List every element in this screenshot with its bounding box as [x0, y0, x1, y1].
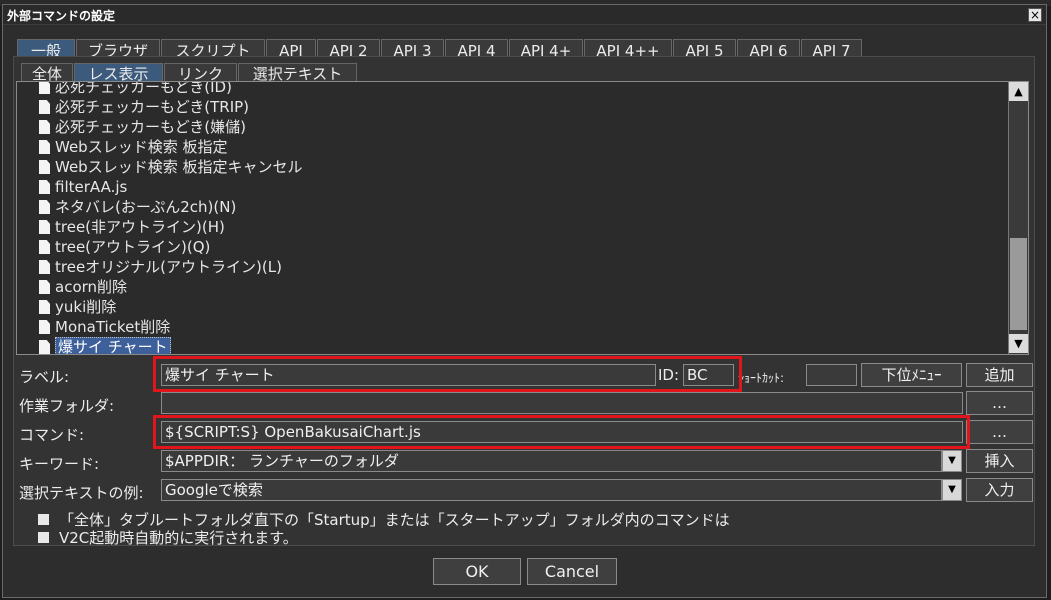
list-item[interactable]: ネタバレ(おーぷん2ch)(N) [39, 197, 236, 217]
input-button[interactable]: 入力 [966, 478, 1033, 502]
add-button[interactable]: 追加 [966, 363, 1033, 387]
shortcut-caption: ｼｮｰﾄｶｯﾄ: [738, 371, 785, 385]
document-icon [39, 140, 50, 154]
shortcut-input[interactable] [806, 364, 857, 386]
list-item[interactable]: 必死チェッカーもどき(ID) [39, 82, 232, 97]
document-icon [39, 160, 50, 174]
document-icon [39, 300, 50, 314]
list-item[interactable]: tree(非アウトライン)(H) [39, 217, 225, 237]
insert-button[interactable]: 挿入 [966, 449, 1033, 473]
document-icon [39, 200, 50, 214]
title-bar: 外部コマンドの設定 × [3, 5, 1046, 25]
document-icon [39, 82, 50, 94]
list-item[interactable]: filterAA.js [39, 177, 127, 197]
subtab-link[interactable]: リンク [164, 63, 237, 83]
list-item[interactable]: treeオリジナル(アウトライン)(L) [39, 257, 282, 277]
list-item[interactable]: MonaTicket削除 [39, 317, 170, 337]
bullet-square-icon [38, 514, 49, 525]
list-item[interactable]: acorn削除 [39, 277, 127, 297]
command-browse-button[interactable]: … [966, 420, 1033, 444]
example-caption: 選択テキストの例: [19, 484, 144, 502]
document-icon [39, 260, 50, 274]
document-icon [39, 340, 50, 354]
document-icon [39, 320, 50, 334]
command-list[interactable]: 必死チェッカーもどき(ID) 必死チェッカーもどき(TRIP) 必死チェッカーも… [16, 81, 1029, 355]
keyword-caption: キーワード: [19, 455, 100, 473]
list-item[interactable]: yuki削除 [39, 297, 116, 317]
workdir-browse-button[interactable]: … [966, 391, 1033, 415]
list-item[interactable]: 必死チェッカーもどき(TRIP) [39, 97, 249, 117]
workdir-input[interactable] [161, 392, 963, 414]
cancel-button[interactable]: Cancel [527, 558, 617, 585]
highlight-box-label [153, 356, 742, 392]
document-icon [39, 100, 50, 114]
scroll-up-icon[interactable]: ▲ [1009, 82, 1028, 101]
document-icon [39, 280, 50, 294]
list-item[interactable]: 必死チェッカーもどき(嫌儲) [39, 117, 246, 137]
ok-button[interactable]: OK [433, 558, 521, 585]
workdir-caption: 作業フォルダ: [19, 397, 115, 415]
subtab-all[interactable]: 全体 [21, 63, 73, 83]
note-line: V2C起動時自動的に実行されます。 [38, 527, 298, 548]
label-caption: ラベル: [19, 368, 70, 386]
scroll-down-icon[interactable]: ▼ [1009, 334, 1028, 353]
window-title: 外部コマンドの設定 [7, 9, 116, 23]
subtab-res-display[interactable]: レス表示 [74, 63, 163, 83]
chevron-down-icon[interactable]: ▼ [942, 479, 962, 501]
document-icon [39, 120, 50, 134]
list-item[interactable]: tree(アウトライン)(Q) [39, 237, 210, 257]
document-icon [39, 220, 50, 234]
list-scrollbar[interactable]: ▲ ▼ [1008, 82, 1028, 354]
list-item[interactable]: Webスレッド検索 板指定 [39, 137, 227, 157]
document-icon [39, 180, 50, 194]
command-caption: コマンド: [19, 426, 85, 444]
keyword-select[interactable]: $APPDIR： ランチャーのフォルダ [161, 450, 942, 472]
chevron-down-icon[interactable]: ▼ [942, 450, 962, 472]
close-button[interactable]: × [1028, 8, 1042, 22]
example-select[interactable]: Googleで検索 [161, 479, 942, 501]
list-item-selected[interactable]: 爆サイ チャート [39, 337, 171, 354]
document-icon [39, 240, 50, 254]
subtab-selected-text[interactable]: 選択テキスト [238, 63, 357, 83]
list-item[interactable]: Webスレッド検索 板指定キャンセル [39, 157, 302, 177]
highlight-box-command [153, 415, 970, 449]
submenu-button[interactable]: 下位ﾒﾆｭｰ [861, 363, 962, 387]
scroll-thumb[interactable] [1010, 238, 1027, 330]
bullet-square-icon [38, 532, 49, 543]
